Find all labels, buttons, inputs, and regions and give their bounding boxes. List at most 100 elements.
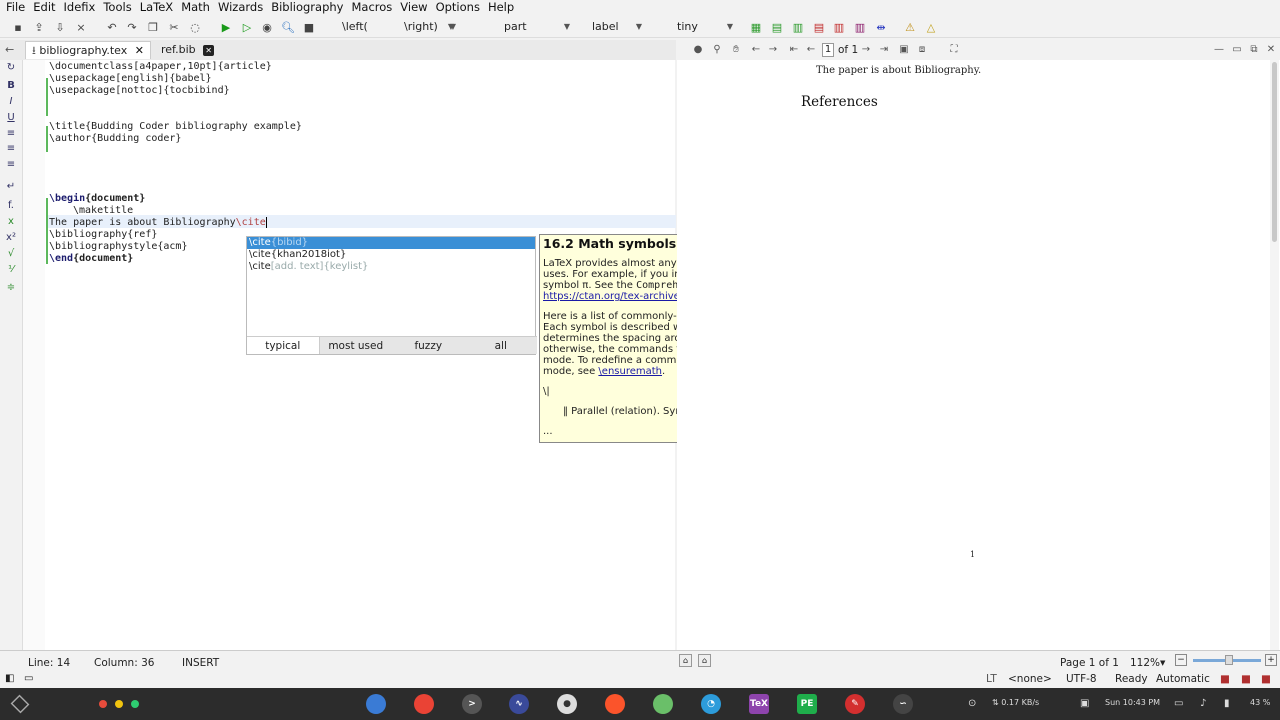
- messages-toggle-icon[interactable]: ▭: [24, 673, 33, 684]
- tab-back-icon[interactable]: ←: [5, 43, 14, 56]
- completion-item[interactable]: \cite[add. text]{keylist}: [247, 261, 535, 273]
- restore-icon[interactable]: ▭: [1230, 43, 1244, 57]
- table-icon[interactable]: ▦: [748, 19, 764, 35]
- clock[interactable]: Sun 10:43 PM: [1105, 698, 1160, 707]
- pdf-scrollbar[interactable]: [1270, 60, 1279, 650]
- status-encoding[interactable]: UTF-8: [1066, 673, 1097, 685]
- prev-page-icon[interactable]: ←: [804, 43, 818, 57]
- font-size-combo[interactable]: tiny ▼: [677, 19, 733, 35]
- remove-column-icon[interactable]: ▥: [831, 19, 847, 35]
- tab-most-used[interactable]: most used: [320, 337, 393, 354]
- menu-wizards[interactable]: Wizards: [214, 0, 267, 14]
- undo-icon[interactable]: ↶: [104, 19, 120, 35]
- pycharm-app-icon[interactable]: PE: [797, 694, 817, 714]
- ensuremath-link[interactable]: \ensuremath: [598, 366, 662, 377]
- status-zoom[interactable]: 112%: [1130, 657, 1160, 669]
- warning-outline-icon[interactable]: △: [923, 19, 939, 35]
- settings-app-icon[interactable]: ●: [557, 694, 577, 714]
- math-symbol-icon[interactable]: ≑: [5, 282, 17, 294]
- display-icon[interactable]: ▭: [1174, 698, 1183, 709]
- tab-all[interactable]: all: [465, 337, 538, 354]
- italic-icon[interactable]: I: [5, 96, 17, 108]
- menu-latex[interactable]: LaTeX: [136, 0, 177, 14]
- fullscreen-icon[interactable]: ⛶: [947, 43, 961, 57]
- table-format-icon[interactable]: ⇹: [873, 19, 889, 35]
- bold-icon[interactable]: B: [5, 80, 17, 92]
- pdf-app-icon[interactable]: ✎: [845, 694, 865, 714]
- page-number-input[interactable]: 1: [822, 43, 834, 57]
- unlock-icon[interactable]: ⌂: [698, 654, 711, 667]
- stop-icon[interactable]: ◉: [259, 19, 275, 35]
- menu-file[interactable]: File: [0, 0, 29, 14]
- math-sqrt-icon[interactable]: √: [5, 248, 17, 260]
- files-app-icon[interactable]: [366, 694, 386, 714]
- close-icon[interactable]: ✕: [135, 44, 144, 57]
- last-page-icon[interactable]: ⇥: [877, 43, 891, 57]
- window-icon[interactable]: ⧉: [1247, 43, 1261, 57]
- cut-icon[interactable]: ✂: [166, 19, 182, 35]
- menu-math[interactable]: Math: [177, 0, 214, 14]
- sync-icon[interactable]: ●: [691, 43, 705, 57]
- build-and-view-icon[interactable]: ▶: [218, 19, 234, 35]
- compile-icon[interactable]: ▷: [239, 19, 255, 35]
- texstudio-app-icon[interactable]: TeX: [749, 694, 769, 714]
- reference-combo[interactable]: label ▼: [592, 19, 642, 35]
- hand-icon[interactable]: ✋︎: [729, 43, 743, 57]
- close-icon[interactable]: ✕: [203, 45, 215, 56]
- completion-item[interactable]: \cite{khan2018iot}: [247, 249, 535, 261]
- status-automatic[interactable]: Automatic: [1156, 673, 1210, 685]
- tab-typical[interactable]: typical: [247, 337, 320, 354]
- single-page-icon[interactable]: ▣: [897, 43, 911, 57]
- chrome-app-icon[interactable]: [414, 694, 434, 714]
- save-file-icon[interactable]: ⇩: [52, 19, 68, 35]
- newline-icon[interactable]: ↵: [5, 181, 17, 193]
- menu-help[interactable]: Help: [484, 0, 518, 14]
- back-icon[interactable]: ←: [749, 43, 763, 57]
- paste-icon[interactable]: ◌: [187, 19, 203, 35]
- zoom-slider-handle[interactable]: [1225, 655, 1233, 665]
- new-file-icon[interactable]: ▪: [10, 19, 26, 35]
- volume-icon[interactable]: ♪: [1200, 698, 1206, 709]
- align-icon[interactable]: ▥: [852, 19, 868, 35]
- next-page-icon[interactable]: →: [859, 43, 873, 57]
- terminal-app-icon[interactable]: >: [462, 694, 482, 714]
- align-right-icon[interactable]: ≡: [5, 159, 17, 171]
- underline-icon[interactable]: U: [5, 112, 17, 124]
- magnifier-icon[interactable]: ⚲: [710, 43, 724, 57]
- zoom-in-icon[interactable]: +: [1265, 654, 1277, 666]
- window-close-icon[interactable]: [99, 700, 107, 708]
- math-frac-icon[interactable]: ⅟: [5, 264, 17, 276]
- menu-bibliography[interactable]: Bibliography: [267, 0, 347, 14]
- network-icon[interactable]: ⊙: [968, 698, 976, 709]
- align-center-icon[interactable]: ≡: [5, 143, 17, 155]
- forward-icon[interactable]: →: [766, 43, 780, 57]
- window-minimize-icon[interactable]: [115, 700, 123, 708]
- brave-app-icon[interactable]: [605, 694, 625, 714]
- android-app-icon[interactable]: [653, 694, 673, 714]
- tab-ref-bib[interactable]: ref.bib ✕: [155, 41, 220, 59]
- close-file-icon[interactable]: ×: [73, 19, 89, 35]
- zoom-out-icon[interactable]: −: [1175, 654, 1187, 666]
- chat-app-icon[interactable]: ◔: [701, 694, 721, 714]
- monitor-app-icon[interactable]: ∿: [509, 694, 529, 714]
- structure-icon[interactable]: ↻: [5, 62, 17, 74]
- battery-icon[interactable]: ▮: [1224, 698, 1230, 709]
- window-maximize-icon[interactable]: [131, 700, 139, 708]
- tab-fuzzy[interactable]: fuzzy: [392, 337, 465, 354]
- redo-icon[interactable]: ↷: [124, 19, 140, 35]
- fit-page-icon[interactable]: ⧈: [915, 43, 929, 57]
- steam-app-icon[interactable]: ∽: [893, 694, 913, 714]
- desktop-menu-icon[interactable]: [10, 694, 30, 714]
- math-sub-icon[interactable]: x²: [5, 232, 17, 244]
- status-lt[interactable]: LT: [986, 673, 997, 685]
- status-dictionary[interactable]: <none>: [1008, 673, 1052, 685]
- menu-view[interactable]: View: [396, 0, 431, 14]
- clipboard-icon[interactable]: ▣: [1080, 698, 1089, 709]
- menu-idefix[interactable]: Idefix: [60, 0, 100, 14]
- align-left-icon[interactable]: ≡: [5, 128, 17, 140]
- copy-icon[interactable]: ❐: [145, 19, 161, 35]
- pdf-status-icon[interactable]: ■: [1261, 673, 1271, 685]
- table-row-icon[interactable]: ▤: [769, 19, 785, 35]
- view-icon[interactable]: 🔍︎: [280, 19, 296, 35]
- remove-row-icon[interactable]: ▤: [811, 19, 827, 35]
